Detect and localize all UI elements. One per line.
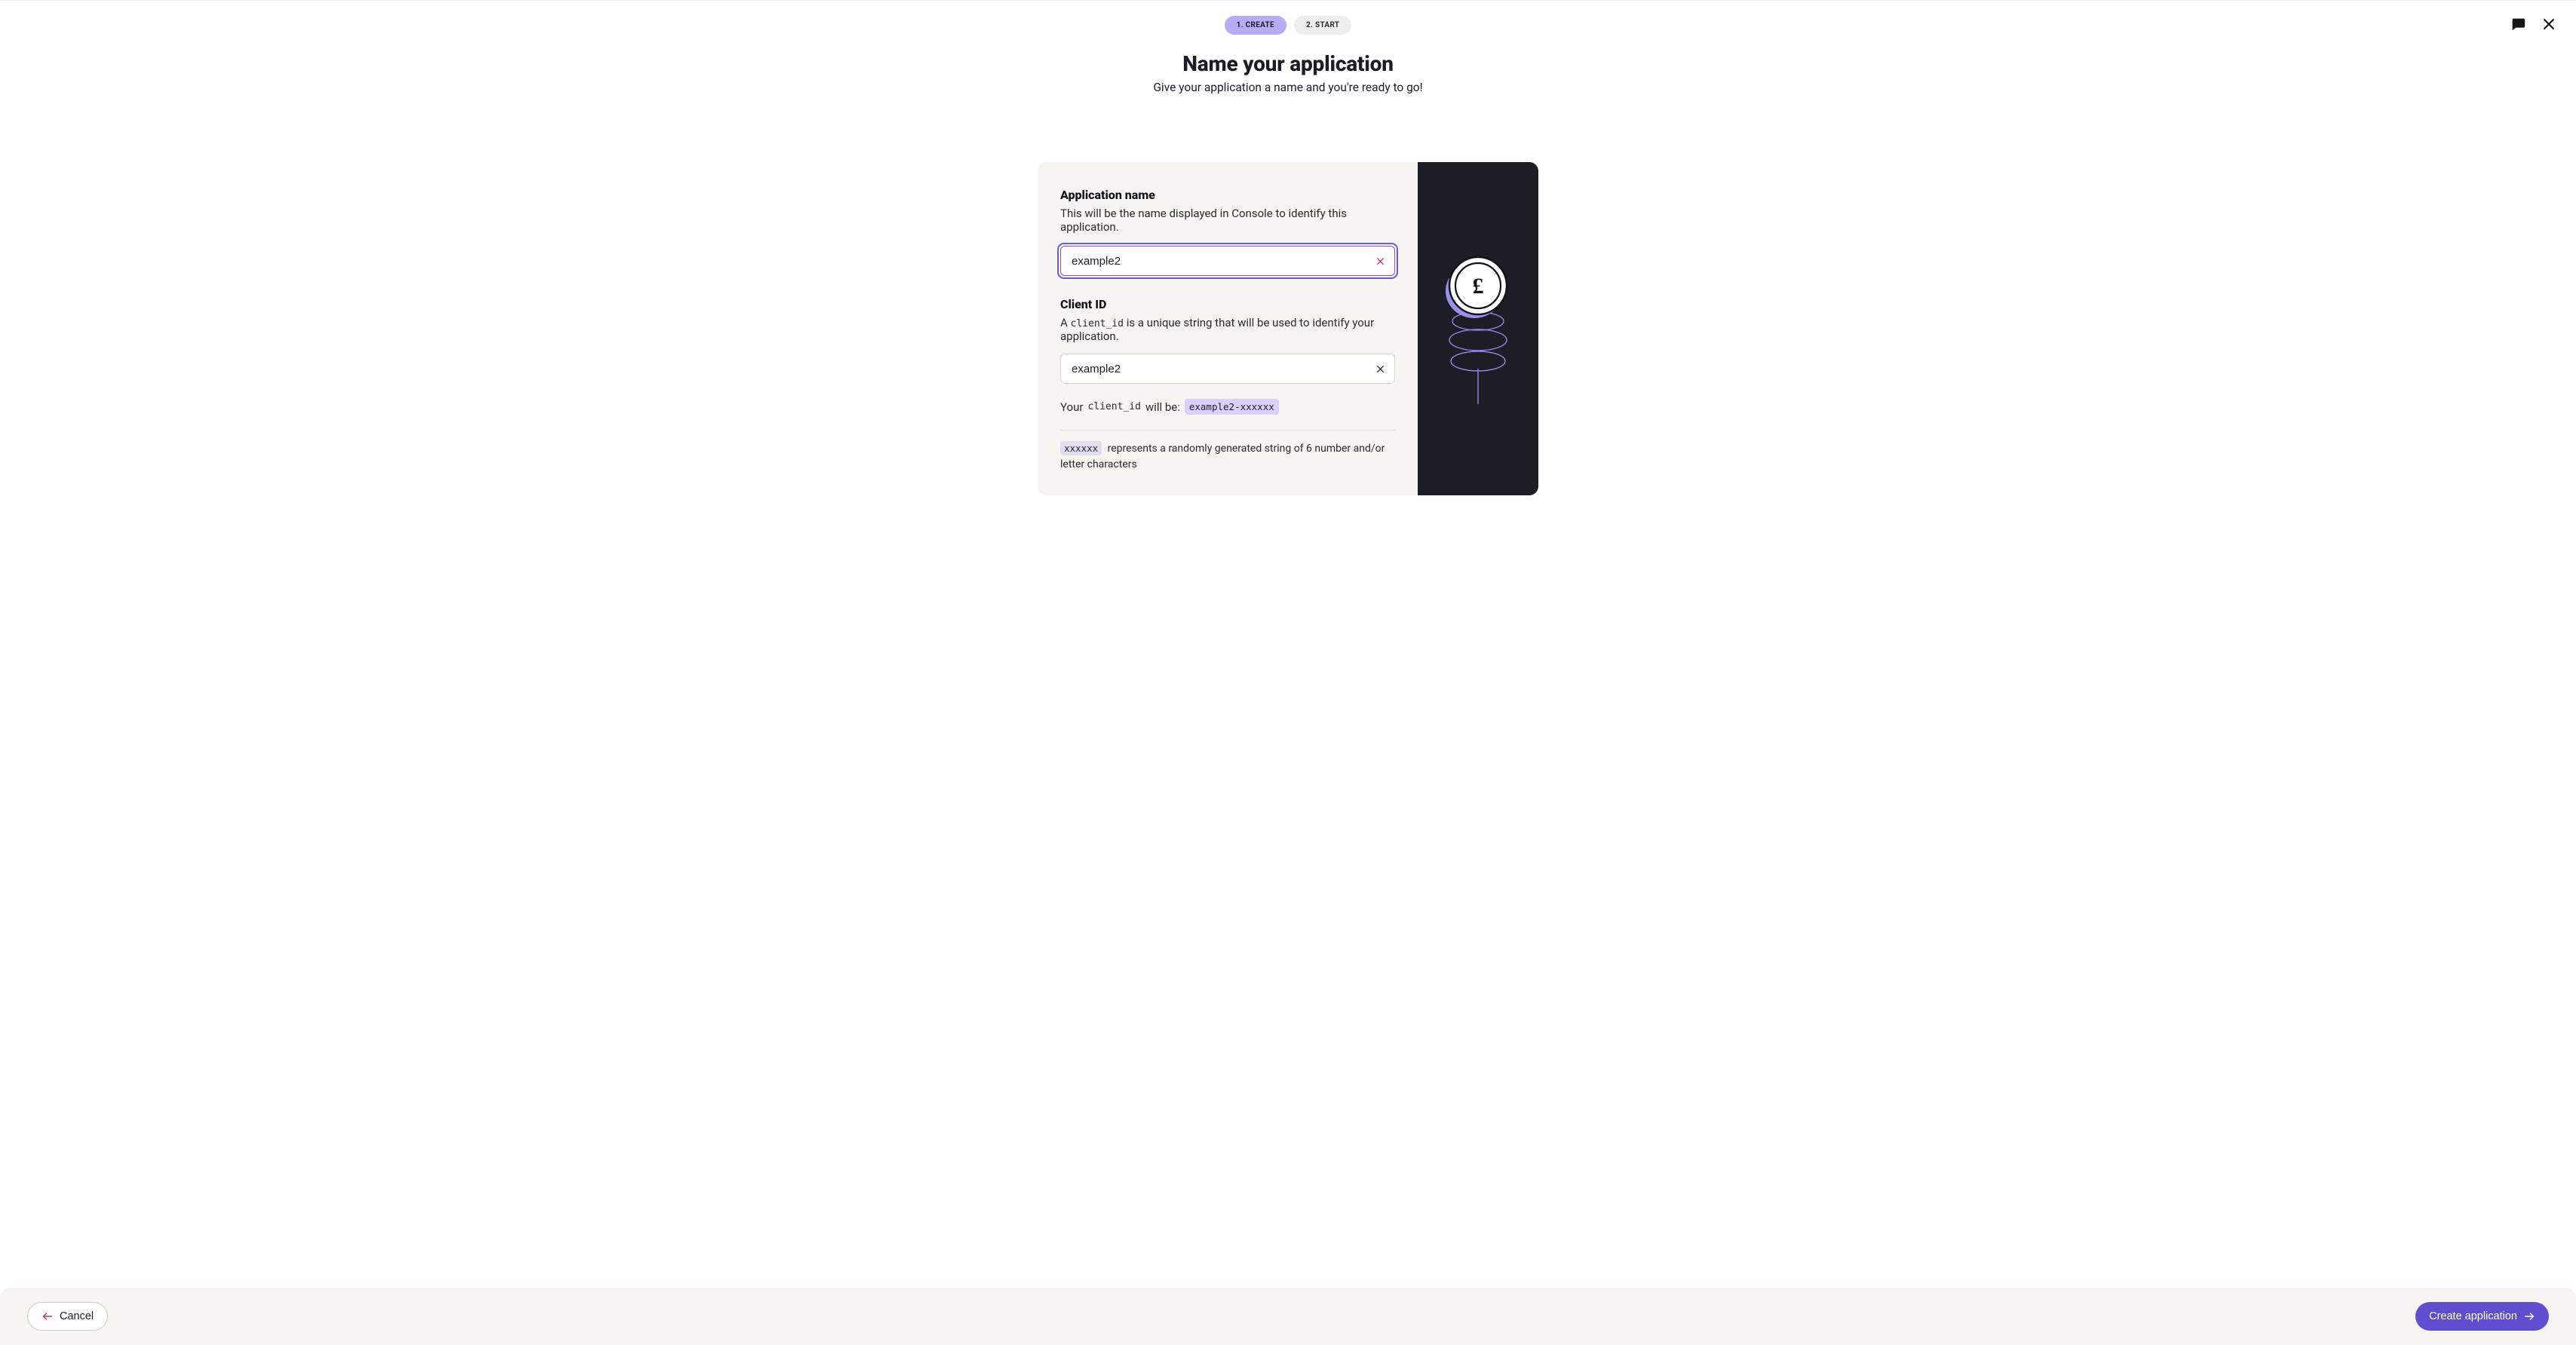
app-name-desc: This will be the name displayed in Conso… [1060,207,1395,234]
main-content: 1. CREATE 2. START Name your application… [0,0,2576,1288]
page-subtitle: Give your application a name and you're … [0,81,2576,94]
top-right-actions [2510,16,2556,32]
client-id-input-wrap [1060,354,1395,384]
chat-icon[interactable] [2510,16,2526,32]
wizard-steps: 1. CREATE 2. START [0,16,2576,35]
app-name-input-wrap [1060,246,1395,276]
client-id-note: xxxxxx represents a randomly generated s… [1060,441,1395,473]
footer-bar: Cancel Create application [0,1288,2576,1345]
app-name-clear-icon[interactable] [1372,253,1388,268]
client-id-clear-icon[interactable] [1372,361,1388,376]
close-icon[interactable] [2541,17,2556,32]
client-id-hint: Your client_id will be: example2-xxxxxx [1060,399,1395,430]
arrow-left-icon [41,1310,54,1322]
step-create[interactable]: 1. CREATE [1225,16,1286,35]
form-card: Application name This will be the name d… [1038,162,1538,495]
step-start[interactable]: 2. START [1294,16,1351,35]
create-application-button[interactable]: Create application [2415,1302,2549,1331]
client-id-preview-chip: example2-xxxxxx [1185,399,1279,415]
coin-spring-illustration: £ [1433,250,1523,408]
page-heading: Name your application Give your applicat… [0,51,2576,94]
svg-text:£: £ [1473,274,1484,299]
client-id-desc: A client_id is a unique string that will… [1060,316,1395,343]
arrow-right-icon [2523,1310,2535,1322]
cancel-button[interactable]: Cancel [27,1302,108,1331]
client-id-label: Client ID [1060,297,1395,311]
illustration-panel: £ [1418,162,1538,495]
app-name-input[interactable] [1060,246,1395,276]
page-title: Name your application [0,51,2576,76]
client-id-input[interactable] [1060,354,1395,384]
app-name-label: Application name [1060,188,1395,202]
